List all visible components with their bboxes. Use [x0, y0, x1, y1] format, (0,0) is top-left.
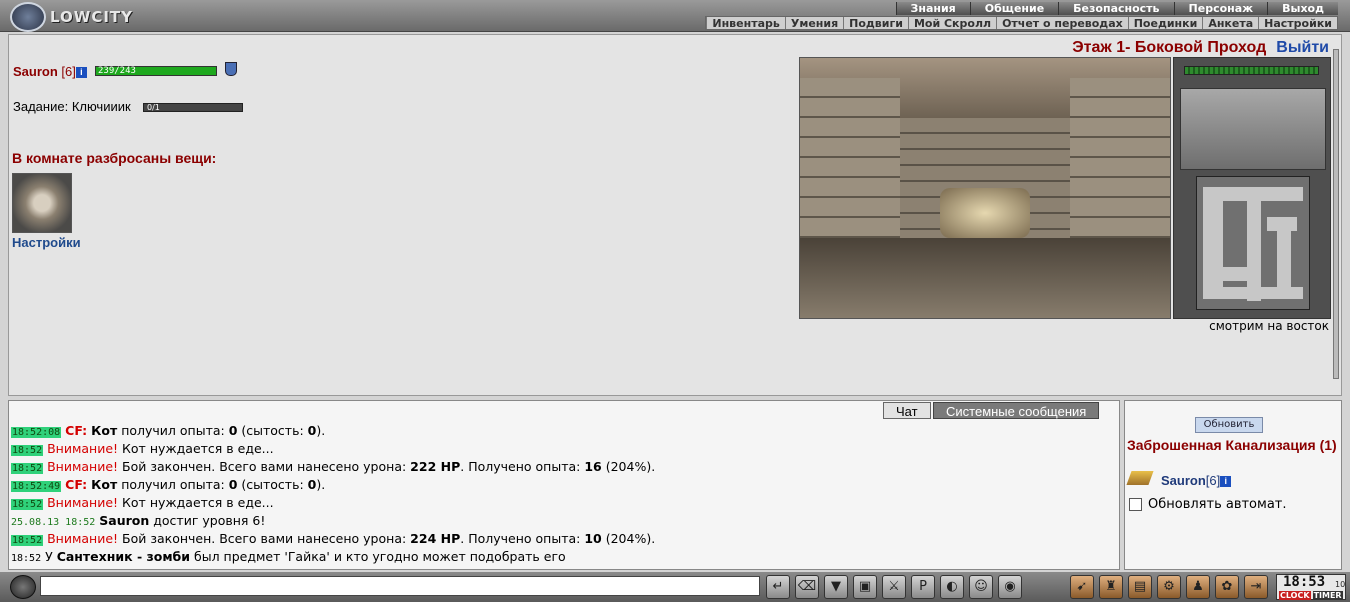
group-icon[interactable]: ♟ — [1186, 575, 1210, 599]
info-icon[interactable]: i — [1220, 476, 1232, 488]
pl-icon[interactable]: P — [911, 575, 935, 599]
chat-input[interactable] — [40, 576, 760, 596]
clock-labels: CLOCK TIMER — [1279, 591, 1343, 600]
quest-line: Задание: Ключииик — [13, 99, 131, 114]
submenu-transfers[interactable]: Отчет о переводах — [996, 17, 1128, 30]
location-title: Этаж 1- Боковой Проход Выйти — [1072, 39, 1329, 56]
mask-icon[interactable]: ◉ — [998, 575, 1022, 599]
run-icon[interactable]: ➹ — [1070, 575, 1094, 599]
submenu-duels[interactable]: Поединки — [1127, 17, 1203, 30]
main-scrollbar[interactable] — [1333, 49, 1339, 379]
tab-chat[interactable]: Чат — [883, 402, 931, 419]
character-name[interactable]: Sauron [6] i — [13, 64, 87, 79]
clock-label[interactable]: CLOCK — [1279, 591, 1311, 600]
sub-menu: Инвентарь Умения Подвиги Мой Скролл Отче… — [705, 16, 1338, 30]
enter-icon[interactable]: ↵ — [766, 575, 790, 599]
tab-system-messages[interactable]: Системные сообщения — [933, 402, 1100, 419]
chat-message: 18:52 Внимание! Бой закончен. Всего вами… — [11, 459, 656, 474]
submenu-inventory[interactable]: Инвентарь — [706, 17, 784, 30]
bag-icon[interactable]: ♜ — [1099, 575, 1123, 599]
chat-message: 18:52 Внимание! Кот нуждается в еде... — [11, 441, 274, 456]
submenu-settings[interactable]: Настройки — [1258, 17, 1337, 30]
refresh-button[interactable]: Обновить — [1195, 417, 1263, 433]
quest-progress-bar: 0/1 — [143, 103, 243, 112]
clock-seconds: 10 — [1335, 580, 1346, 589]
attack-icon[interactable] — [1126, 471, 1154, 485]
room-item-link[interactable]: Настройки — [12, 235, 81, 250]
submenu-achievements[interactable]: Подвиги — [843, 17, 908, 30]
main-panel: Sauron [6] i 239/243 Задание: Ключииик 0/… — [8, 34, 1342, 396]
auto-refresh-checkbox[interactable] — [1129, 498, 1142, 511]
menu-character[interactable]: Персонаж — [1173, 2, 1268, 15]
menu-knowledge[interactable]: Знания — [895, 2, 970, 15]
paw-icon[interactable]: ✿ — [1215, 575, 1239, 599]
floor — [800, 238, 1170, 318]
stamina-bar — [1184, 66, 1319, 75]
character-level: [6] — [61, 64, 76, 79]
submenu-skills[interactable]: Умения — [784, 17, 843, 30]
eraser-icon[interactable]: ⌫ — [795, 575, 819, 599]
hp-bar: 239/243 — [95, 66, 217, 76]
nut-item-icon[interactable] — [12, 173, 72, 233]
smile-icon[interactable]: ☺ — [969, 575, 993, 599]
chat-message: 18:52 Внимание! Бой закончен. Всего вами… — [11, 531, 656, 546]
clock-widget[interactable]: 18:53 10 CLOCK TIMER — [1276, 574, 1346, 600]
location-sidebar: Обновить Заброшенная Канализация (1) Sau… — [1124, 400, 1342, 570]
chat-tools: ↵ ⌫ ▼ ▣ ⚔ P ◐ ☺ ◉ — [766, 575, 1022, 599]
info-icon[interactable]: i — [75, 67, 87, 79]
chest-icon[interactable]: ▤ — [1128, 575, 1152, 599]
filter-icon[interactable]: ▼ — [824, 575, 848, 599]
sidebar-location: Заброшенная Канализация (1) — [1127, 437, 1337, 453]
exit-icon[interactable]: ⇥ — [1244, 575, 1268, 599]
menu-exit[interactable]: Выход — [1267, 2, 1338, 15]
navigation-panel — [1173, 57, 1331, 319]
logo[interactable]: LOWCITY — [10, 2, 133, 32]
game-tools: ➹ ♜ ▤ ⚙ ♟ ✿ ⇥ — [1070, 575, 1268, 599]
timer-label[interactable]: TIMER — [1312, 591, 1343, 600]
ear-icon[interactable]: ◐ — [940, 575, 964, 599]
shield-icon[interactable] — [225, 62, 237, 76]
logo-emblem-icon — [10, 2, 46, 32]
avatar[interactable] — [10, 575, 36, 599]
chat-message: 18:52 Внимание! Кот нуждается в еде... — [11, 495, 274, 510]
clock-time: 18:53 — [1283, 574, 1326, 590]
chat-message: 18:52:49 CF: Кот получил опыта: 0 (сытос… — [11, 477, 326, 492]
menu-social[interactable]: Общение — [969, 2, 1059, 15]
top-menu: Знания Общение Безопасность Персонаж Вых… — [895, 2, 1338, 15]
fight-icon[interactable]: ⚔ — [882, 575, 906, 599]
minimap[interactable] — [1196, 176, 1310, 310]
logo-text: LOWCITY — [50, 8, 134, 26]
save-icon[interactable]: ▣ — [853, 575, 877, 599]
facing-direction: смотрим на восток — [1209, 319, 1329, 333]
alchemy-table-icon[interactable] — [940, 188, 1030, 238]
quest-name[interactable]: Ключииик — [72, 99, 131, 114]
chat-message: 18:52 У Сантехник - зомби был предмет 'Г… — [11, 549, 566, 564]
submenu-profile[interactable]: Анкета — [1202, 17, 1258, 30]
exit-link[interactable]: Выйти — [1276, 39, 1329, 56]
compass-icon[interactable] — [1180, 88, 1326, 170]
chat-panel: Чат Системные сообщения 18:52:08 CF: Кот… — [8, 400, 1120, 570]
auto-refresh[interactable]: Обновлять автомат. — [1129, 497, 1287, 512]
menu-security[interactable]: Безопасность — [1058, 2, 1174, 15]
dungeon-view[interactable] — [799, 57, 1171, 319]
top-bar: LOWCITY Знания Общение Безопасность Перс… — [0, 0, 1350, 32]
chat-message: 18:52:08 CF: Кот получил опыта: 0 (сытос… — [11, 423, 326, 438]
submenu-my-scroll[interactable]: Мой Скролл — [907, 17, 996, 30]
bottom-toolbar: ↵ ⌫ ▼ ▣ ⚔ P ◐ ☺ ◉ ➹ ♜ ▤ ⚙ ♟ ✿ ⇥ 18:53 10… — [0, 572, 1350, 602]
room-items-heading: В комнате разбросаны вещи: — [12, 150, 217, 166]
sidebar-member[interactable]: Sauron[6] i — [1161, 473, 1232, 488]
chat-messages: 18:52:08 CF: Кот получил опыта: 0 (сытос… — [11, 423, 655, 567]
chat-message: 25.08.13 18:52 Sauron достиг уровня 6! — [11, 513, 266, 528]
gear-icon[interactable]: ⚙ — [1157, 575, 1181, 599]
